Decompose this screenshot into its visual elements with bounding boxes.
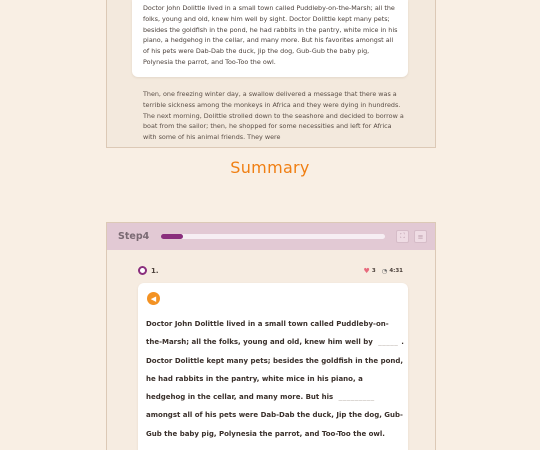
reading-card: Doctor John Dolittle lived in a small to… bbox=[132, 0, 408, 77]
question-text-part-3: amongst all of his pets were Dab-Dab the… bbox=[146, 411, 403, 438]
blank-input-2[interactable]: _________ bbox=[339, 388, 375, 406]
summary-title: Summary bbox=[230, 158, 310, 177]
blank-input-1[interactable]: _____ bbox=[378, 333, 398, 351]
question-card: ◀ Doctor John Dolittle lived in a small … bbox=[138, 283, 408, 450]
reading-continuation[interactable]: Then, one freezing winter day, a swallow… bbox=[143, 89, 407, 143]
reading-paragraph-1: Doctor John Dolittle lived in a small to… bbox=[143, 4, 398, 66]
speaker-button[interactable]: ◀ bbox=[147, 292, 160, 305]
question-text-part-1: Doctor John Dolittle lived in a small to… bbox=[146, 320, 389, 347]
expand-button[interactable]: ⛶ bbox=[396, 230, 409, 243]
question-marker-icon bbox=[138, 266, 147, 275]
clock-icon: ◔ bbox=[381, 267, 388, 275]
reading-panel: Doctor John Dolittle lived in a small to… bbox=[106, 0, 436, 148]
speaker-icon: ◀ bbox=[150, 294, 157, 303]
menu-icon: ≡ bbox=[417, 232, 424, 241]
step-panel: Step4 ⛶ ≡ 1. ♥ 3 ◔ 4:31 ◀ Doctor John Do… bbox=[106, 222, 436, 450]
stats: ♥ 3 ◔ 4:31 bbox=[364, 267, 403, 275]
progress-bar bbox=[161, 234, 385, 239]
step-label: Step4 bbox=[118, 231, 150, 242]
hearts-count: 3 bbox=[371, 268, 376, 274]
reading-paragraph-2: Then, one freezing winter day, a swallow… bbox=[143, 90, 404, 142]
timer: 4:31 bbox=[389, 268, 403, 274]
step-header: Step4 ⛶ ≡ bbox=[107, 223, 435, 250]
menu-button[interactable]: ≡ bbox=[414, 230, 427, 243]
question-text: Doctor John Dolittle lived in a small to… bbox=[146, 315, 404, 443]
question-badge: 1. bbox=[138, 266, 159, 275]
progress-fill bbox=[161, 234, 184, 239]
heart-icon: ♥ bbox=[363, 267, 370, 275]
expand-icon: ⛶ bbox=[400, 232, 405, 240]
question-number: 1. bbox=[151, 266, 159, 275]
